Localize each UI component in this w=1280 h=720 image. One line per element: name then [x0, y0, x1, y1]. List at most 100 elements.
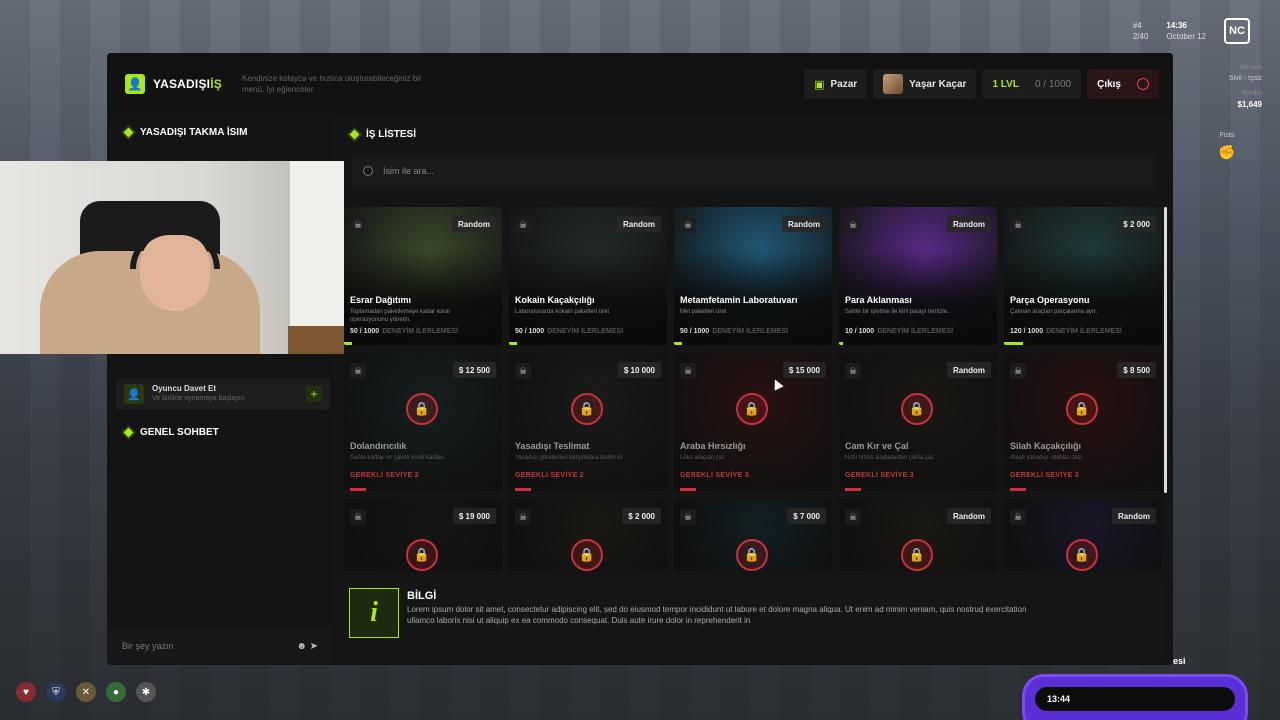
skull-icon: ☠	[680, 363, 696, 379]
hud-clock: 14:36 October 12	[1166, 21, 1206, 41]
job-card[interactable]: ☠ Random Kokain Kaçakçılığı Laboratuvarda k…	[509, 207, 667, 345]
bottom-text: esi	[1173, 656, 1186, 666]
job-required-level: GEREKLİ SEVİYE 3	[845, 472, 914, 479]
job-progress-label: DENEYİM İLERLEMESİ	[1046, 328, 1122, 335]
job-value: Sivil - İşsiz	[1228, 75, 1262, 82]
scrollbar[interactable]	[1164, 207, 1167, 493]
title-prefix: YASADIŞI	[153, 77, 211, 91]
job-tag: $ 2 000	[622, 508, 661, 524]
panel-header: 👤 YASADIŞIİŞ Kendinize kolayca ve hızlıc…	[107, 53, 1173, 115]
job-lock-bar	[845, 488, 861, 491]
job-list-title: İŞ LİSTESİ	[349, 129, 416, 140]
job-tag: Random	[947, 508, 991, 524]
job-card[interactable]: ☠ $ 2 000 Parça Operasyonu Çalınan araçları…	[1004, 207, 1162, 345]
job-tag: $ 7 000	[787, 508, 826, 524]
job-name: Silah Kaçakçılığı	[1010, 441, 1082, 451]
job-lock-bar	[350, 488, 366, 491]
job-name: Yasadışı Teslimat	[515, 441, 590, 451]
lock-icon: 🔒	[571, 539, 603, 571]
market-button[interactable]: ▣ Pazar	[804, 69, 868, 99]
send-icon[interactable]: ☻ ➤	[296, 641, 318, 652]
profile-button[interactable]: Yaşar Kaçar	[873, 69, 977, 99]
job-description: Hızlı tırtıklı arabalardan çanta çal.	[845, 455, 935, 461]
job-name: Kokain Kaçakçılığı	[515, 295, 595, 305]
job-card[interactable]: ☠ Random 🔒 Cam Kır ve Çal Hızlı tırtıklı ara…	[839, 353, 997, 491]
skull-icon: ☠	[515, 509, 531, 525]
job-card[interactable]: ☠ $ 12 500 🔒 Dolandırıcılık Sahte kartlar ve…	[344, 353, 502, 491]
phone-time: 13:44	[1047, 694, 1071, 704]
info-box: i BİLGİ Lorem ipsum dolor sit amet, cons…	[337, 579, 1165, 661]
job-lock-bar	[1010, 488, 1026, 491]
avatar	[883, 74, 904, 94]
info-text: Lorem ipsum dolor sit amet, consectetur …	[407, 605, 1027, 625]
job-description: Çalınan araçları parçalarına ayır.	[1010, 309, 1098, 315]
lock-icon: 🔒	[901, 393, 933, 425]
invite-player-card[interactable]: 👤 Oyuncu Davet Et Ve birlikte oynamaya b…	[116, 378, 330, 410]
fist-icon: ✊	[1218, 144, 1236, 160]
webcam-furniture	[288, 326, 344, 354]
search-input[interactable]: İsim ile ara...	[351, 155, 1155, 187]
phone-notch: 13:44	[1035, 687, 1235, 711]
job-tag: $ 15 000	[782, 362, 826, 378]
job-tag: $ 8 500	[1117, 362, 1156, 378]
invite-plus-button[interactable]: +	[306, 386, 322, 402]
job-label: Meslek	[1239, 64, 1262, 71]
nickname-section-title: YASADIŞI TAKMA İSIM	[107, 127, 265, 138]
level-value: 1 LVL	[992, 78, 1019, 90]
job-card[interactable]: ☠ Random 🔒	[839, 499, 997, 571]
diamond-icon	[349, 129, 360, 140]
webcam-overlay	[0, 161, 344, 354]
search-icon	[363, 166, 373, 176]
job-progress: 50 / 1000 DENEYİM İLERLEMESİ	[350, 328, 458, 335]
skull-icon: ☠	[845, 363, 861, 379]
job-card[interactable]: ☠ $ 7 000 🔒	[674, 499, 832, 571]
job-name: Metamfetamin Laboratuvarı	[680, 295, 798, 305]
job-card[interactable]: ☠ $ 19 000 🔒	[344, 499, 502, 571]
job-tag: $ 19 000	[452, 508, 496, 524]
job-name: Parça Operasyonu	[1010, 295, 1090, 305]
job-card[interactable]: ☠ Random Para Aklanması Sahte bir işletme i…	[839, 207, 997, 345]
level-display: 1 LVL 0 / 1000	[982, 69, 1082, 99]
job-progress-label: DENEYİM İLERLEMESİ	[382, 328, 459, 335]
job-required-level: GEREKLİ SEVİYE 3	[680, 472, 749, 479]
skull-icon: ☠	[515, 217, 531, 233]
job-progress-bar	[674, 342, 682, 345]
skull-icon: ☠	[845, 217, 861, 233]
skull-icon: ☠	[680, 217, 696, 233]
job-tag: Random	[947, 216, 991, 232]
lock-icon: 🔒	[736, 393, 768, 425]
phone[interactable]: 13:44	[1022, 674, 1248, 720]
job-progress: 120 / 1000 DENEYİM İLERLEMESİ	[1010, 328, 1122, 335]
thirst-icon: ●	[106, 682, 126, 702]
chat-input[interactable]: Bir şey yazın ☻ ➤	[107, 627, 333, 665]
invite-subtitle: Ve birlikte oynamaya başlayın	[152, 395, 245, 402]
lock-icon: 🔒	[406, 393, 438, 425]
invite-title: Oyuncu Davet Et	[152, 384, 217, 393]
server-logo: NC	[1224, 18, 1250, 44]
lock-icon: 🔒	[1066, 393, 1098, 425]
exit-button[interactable]: Çıkış	[1087, 69, 1159, 99]
job-card[interactable]: ☠ Random 🔒	[1004, 499, 1162, 571]
job-progress-value: 50 / 1000	[350, 328, 380, 335]
job-required-level: GEREKLİ SEVİYE 2	[515, 472, 584, 479]
job-progress-label: DENEYİM İLERLEMESİ	[877, 328, 954, 335]
job-card[interactable]: ☠ Random Esrar Dağıtımı Toplamadan paketlem…	[344, 207, 502, 345]
job-card[interactable]: ☠ $ 2 000 🔒	[509, 499, 667, 571]
job-card[interactable]: ☠ Random Metamfetamin Laboratuvarı Met pake…	[674, 207, 832, 345]
job-description: Sahte bir işletme ile kirli parayı temiz…	[845, 309, 949, 315]
job-name: Esrar Dağıtımı	[350, 295, 412, 305]
job-required-level: GEREKLİ SEVİYE 3	[1010, 472, 1079, 479]
chat-placeholder: Bir şey yazın	[122, 641, 174, 651]
job-description: Yasadışı gönderileri karşılıklara teslim…	[515, 455, 623, 461]
store-icon: ▣	[814, 78, 825, 91]
job-description: Lüks araçları çal	[680, 455, 724, 461]
job-card[interactable]: ☠ $ 10 000 🔒 Yasadışı Teslimat Yasadışı gönd…	[509, 353, 667, 491]
invite-text: Oyuncu Davet Et Ve birlikte oynamaya baş…	[152, 384, 245, 404]
hunger-icon: ✕	[76, 682, 96, 702]
job-card[interactable]: ☠ $ 8 500 🔒 Silah Kaçakçılığı Ateşli yasadış…	[1004, 353, 1162, 491]
market-label: Pazar	[830, 78, 858, 90]
job-progress: 10 / 1000 DENEYİM İLERLEMESİ	[845, 328, 953, 335]
job-progress-label: DENEYİM İLERLEMESİ	[547, 328, 624, 335]
lock-icon: 🔒	[1066, 539, 1098, 571]
job-card[interactable]: ☠ $ 15 000 🔒 Araba Hırsızlığı Lüks araçları …	[674, 353, 832, 491]
